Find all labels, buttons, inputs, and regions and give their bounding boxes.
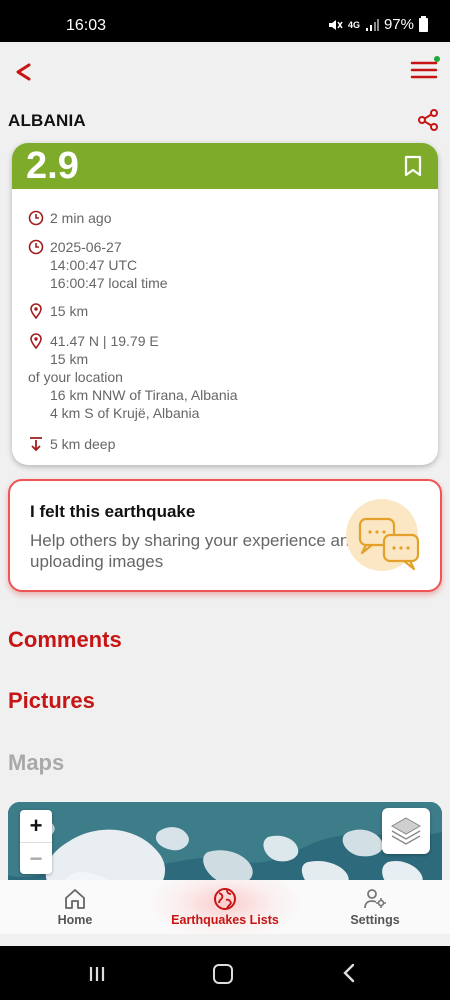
depth-arrow-icon	[30, 437, 42, 452]
map-layers-button[interactable]	[382, 808, 430, 854]
bookmark-icon[interactable]	[404, 155, 422, 177]
nav-lists-label: Earthquakes Lists	[171, 913, 279, 927]
event-date: 2025-06-27	[50, 239, 122, 255]
zoom-in-button[interactable]: +	[20, 810, 52, 842]
home-button-icon[interactable]	[213, 964, 233, 984]
nav-settings[interactable]: Settings	[300, 880, 450, 934]
notification-dot	[434, 56, 440, 62]
felt-title: I felt this earthquake	[30, 502, 196, 521]
earthquake-card: 2.9 2 min ago 2025-06-27 14:00:47 UTC 16…	[12, 143, 438, 465]
spacer	[0, 934, 450, 946]
top-bar	[0, 42, 450, 102]
coordinates-row: 41.47 N | 19.79 E 15 km of your location…	[28, 332, 238, 422]
distance-suffix: of your location	[28, 369, 123, 385]
signal-icon	[365, 18, 379, 31]
home-icon	[65, 889, 85, 909]
felt-subtitle: Help others by sharing your experience a…	[30, 531, 359, 571]
felt-earthquake-card[interactable]: I felt this earthquake Help others by sh…	[8, 479, 442, 592]
battery-percent: 97%	[383, 16, 414, 33]
depth: 5 km deep	[50, 436, 116, 452]
location-pin-icon	[30, 333, 42, 349]
distance-row: 15 km	[28, 302, 88, 320]
system-back-icon[interactable]	[341, 963, 357, 983]
share-icon[interactable]	[416, 108, 440, 132]
zoom-controls: + −	[20, 810, 52, 874]
nav-home[interactable]: Home	[0, 880, 150, 934]
nav-settings-label: Settings	[350, 913, 400, 927]
app-screen: ALBANIA 2.9 2 min ago 2025-06-27 14:00:4…	[0, 42, 450, 934]
depth-row: 5 km deep	[28, 435, 115, 453]
nearby-place-1: 16 km NNW of Tirana, Albania	[50, 387, 238, 403]
clock-icon	[28, 210, 44, 226]
comments-section-title[interactable]: Comments	[8, 627, 122, 653]
coordinates: 41.47 N | 19.79 E	[50, 333, 159, 349]
nav-home-label: Home	[57, 913, 93, 927]
mute-icon	[328, 19, 343, 30]
location-title: ALBANIA	[8, 111, 86, 130]
battery-icon	[419, 15, 428, 32]
location-pin-icon	[30, 303, 42, 319]
datetime-row: 2025-06-27 14:00:47 UTC 16:00:47 local t…	[28, 238, 168, 292]
recent-apps-icon[interactable]	[88, 966, 106, 982]
pictures-section-title[interactable]: Pictures	[8, 688, 95, 714]
event-utc-time: 14:00:47 UTC	[50, 257, 138, 273]
back-arrow-icon[interactable]	[12, 60, 36, 84]
clock-icon	[28, 239, 44, 255]
layers-icon	[390, 817, 422, 845]
nav-earthquakes-lists[interactable]: Earthquakes Lists	[150, 880, 300, 934]
maps-section-title: Maps	[8, 750, 65, 775]
globe-icon	[214, 888, 236, 910]
distance-value: 15 km	[50, 351, 89, 367]
user-settings-icon	[364, 889, 386, 909]
time-ago-row: 2 min ago	[28, 209, 111, 227]
zoom-out-button[interactable]: −	[20, 842, 52, 874]
nearby-place-2: 4 km S of Krujë, Albania	[50, 405, 200, 421]
distance: 15 km	[50, 303, 89, 319]
hamburger-menu-icon[interactable]	[410, 58, 438, 82]
system-navigation-bar	[0, 946, 450, 1000]
magnitude-bar: 2.9	[12, 143, 438, 189]
time-ago: 2 min ago	[50, 210, 112, 226]
chat-bubbles-icon	[346, 499, 420, 571]
status-time: 16:03	[66, 17, 107, 34]
bottom-navigation: Home Earthquakes Lists Settings	[0, 880, 450, 934]
network-type: 4G	[347, 19, 360, 30]
event-local-time: 16:00:47 local time	[50, 275, 168, 291]
magnitude-value: 2.9	[26, 145, 79, 187]
status-bar: 16:03 4G 97%	[0, 0, 450, 42]
